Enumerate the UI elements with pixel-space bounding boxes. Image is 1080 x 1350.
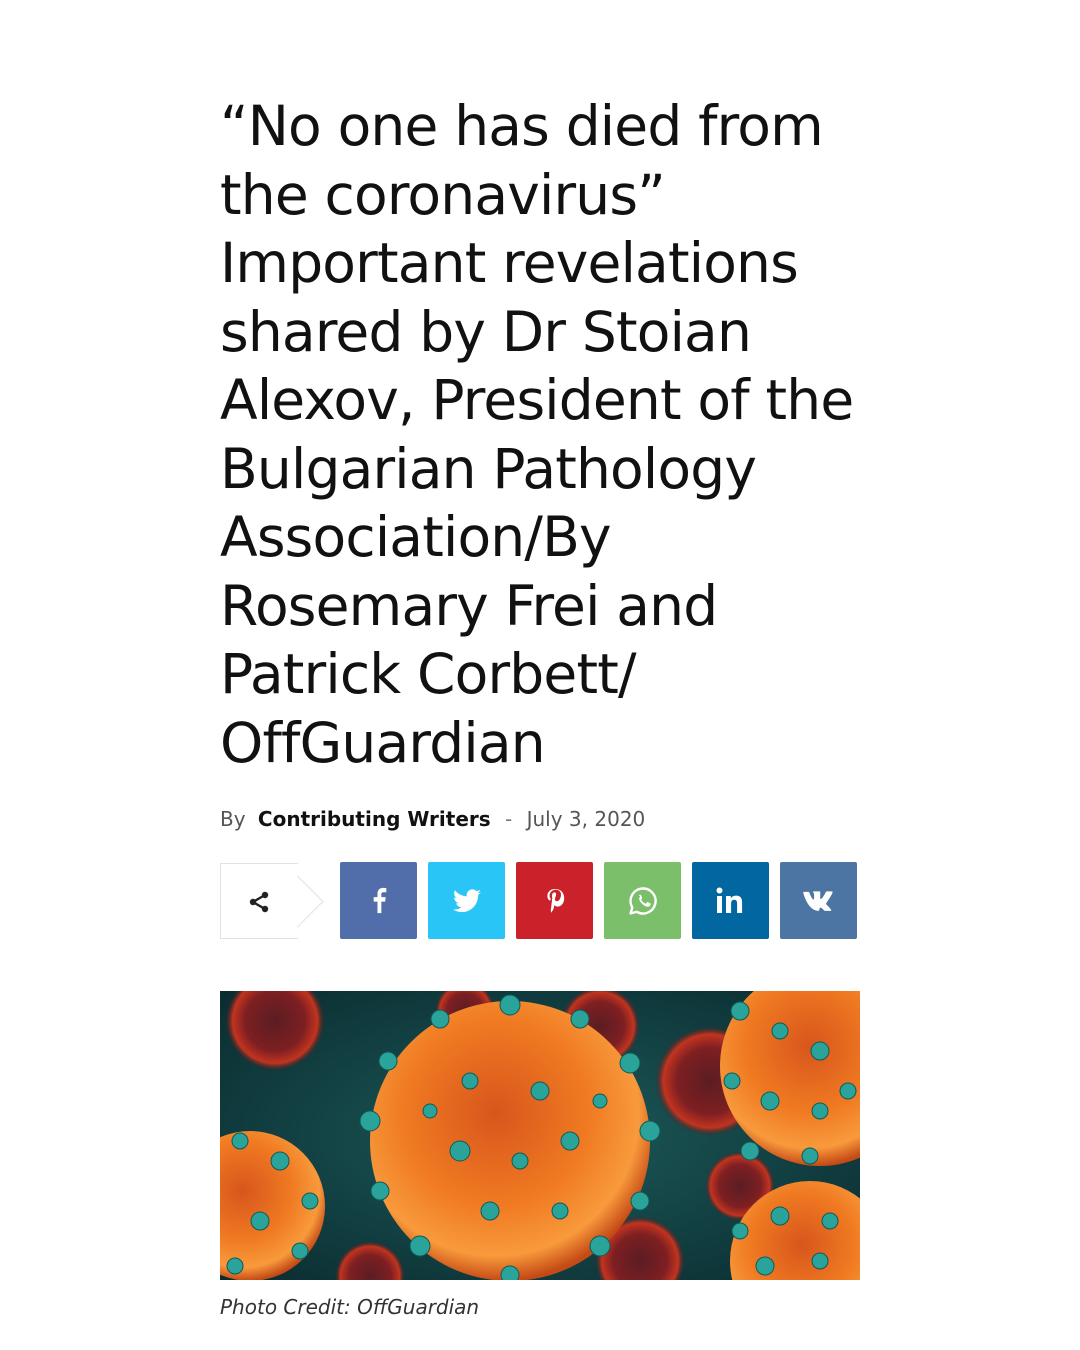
share-icon bbox=[249, 891, 269, 913]
byline: By Contributing Writers - July 3, 2020 bbox=[220, 805, 880, 833]
title-line: Patrick Corbett/ bbox=[220, 642, 637, 706]
coronavirus-image bbox=[220, 991, 860, 1280]
byline-separator: - bbox=[505, 807, 513, 831]
facebook-icon bbox=[373, 887, 386, 913]
title-line: shared by Dr Stoian bbox=[220, 299, 752, 364]
facebook-share-button[interactable] bbox=[340, 862, 417, 939]
share-bar bbox=[220, 862, 860, 940]
article-title: “No one has died from the coronavirus” I… bbox=[220, 92, 880, 777]
twitter-icon bbox=[452, 888, 481, 912]
author-link[interactable]: Contributing Writers bbox=[258, 807, 491, 831]
title-line: “No one has died from bbox=[220, 94, 824, 158]
vk-share-button[interactable] bbox=[780, 862, 857, 939]
byline-prefix: By bbox=[220, 807, 246, 831]
whatsapp-share-button[interactable] bbox=[604, 862, 681, 939]
linkedin-share-button[interactable] bbox=[692, 862, 769, 939]
twitter-share-button[interactable] bbox=[428, 862, 505, 939]
title-line: Bulgarian Pathology bbox=[220, 436, 757, 501]
title-line: Rosemary Frei and bbox=[220, 573, 718, 638]
title-line: Association/By bbox=[220, 505, 612, 569]
title-line: Important revelations bbox=[220, 231, 799, 295]
article-photo bbox=[220, 991, 860, 1280]
title-line: the coronavirus” bbox=[220, 162, 666, 227]
photo-caption: Photo Credit: OffGuardian bbox=[220, 1295, 480, 1319]
linkedin-icon bbox=[716, 887, 742, 913]
publish-date: July 3, 2020 bbox=[526, 807, 646, 831]
pinterest-share-button[interactable] bbox=[516, 862, 593, 939]
vk-icon bbox=[802, 890, 833, 911]
share-toggle-button[interactable] bbox=[220, 863, 298, 939]
title-line: OffGuardian bbox=[220, 710, 546, 775]
title-line: Alexov, President of the bbox=[220, 368, 854, 432]
pinterest-icon bbox=[546, 888, 564, 913]
whatsapp-icon bbox=[628, 886, 657, 915]
article-header: “No one has died from the coronavirus” I… bbox=[220, 92, 880, 833]
